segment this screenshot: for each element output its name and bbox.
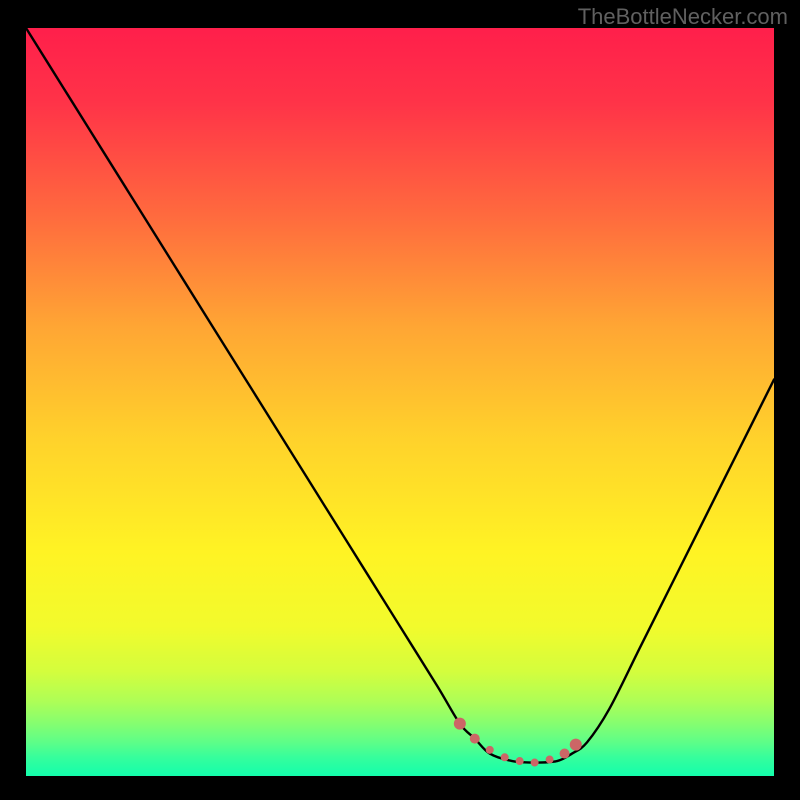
- highlight-marker: [470, 734, 480, 744]
- chart-markers: [26, 28, 774, 776]
- highlight-marker: [546, 756, 554, 764]
- highlight-marker: [531, 759, 539, 767]
- chart-plot-area: [26, 28, 774, 776]
- highlight-marker: [560, 749, 570, 759]
- watermark-label: TheBottleNecker.com: [578, 4, 788, 30]
- highlight-marker: [570, 739, 582, 751]
- highlight-marker: [486, 746, 494, 754]
- highlight-marker: [454, 718, 466, 730]
- highlight-marker: [516, 757, 524, 765]
- highlight-marker: [501, 753, 509, 761]
